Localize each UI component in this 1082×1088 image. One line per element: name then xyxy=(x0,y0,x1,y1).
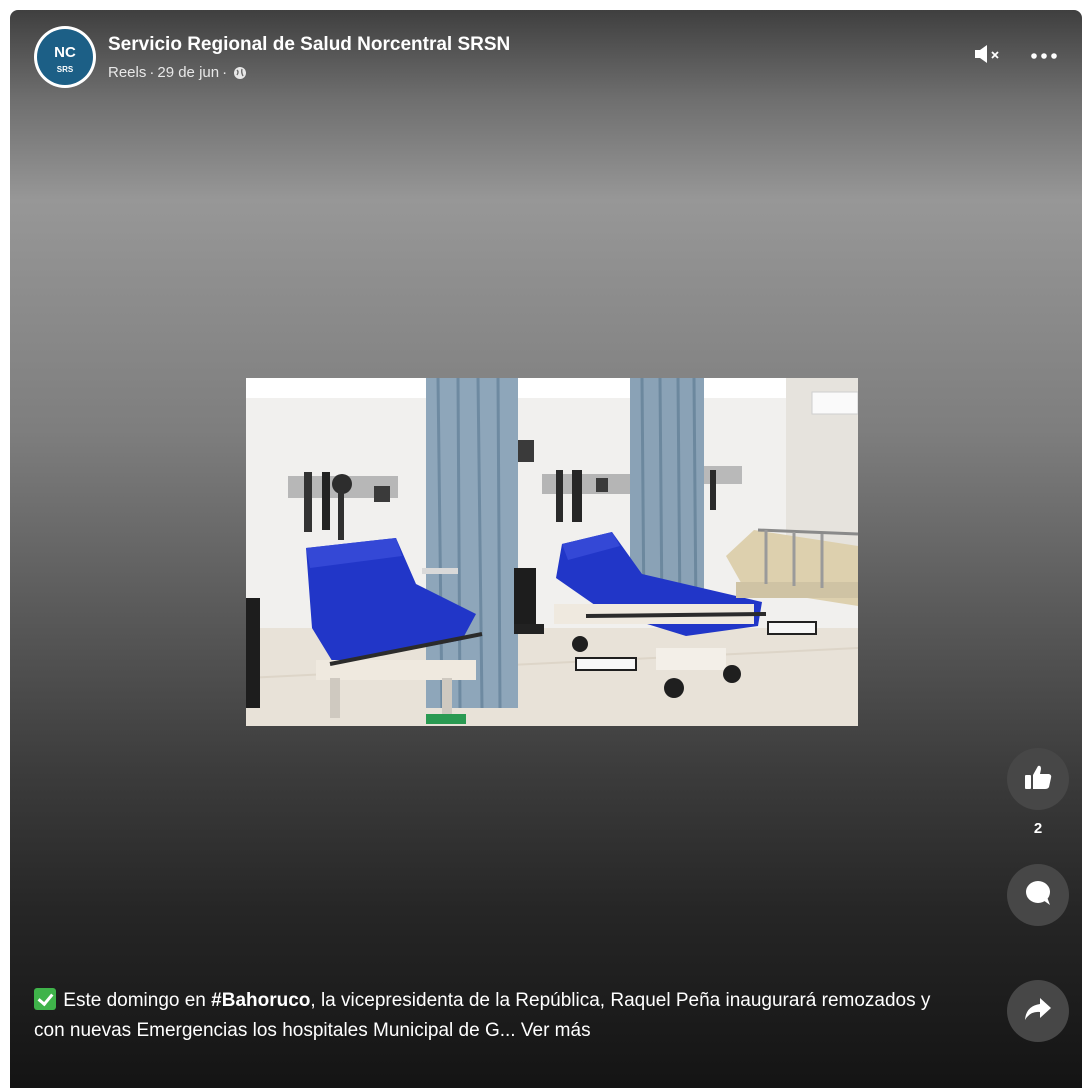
hospital-room-image xyxy=(246,378,858,726)
share-arrow-icon xyxy=(1023,996,1053,1027)
speaker-muted-icon xyxy=(973,42,1003,71)
like-count: 2 xyxy=(1033,820,1043,837)
like-button[interactable] xyxy=(1007,748,1069,810)
post-date-link[interactable]: 29 de jun xyxy=(157,64,219,81)
comment-button[interactable] xyxy=(1007,864,1069,926)
check-mark-icon xyxy=(34,988,56,1010)
thumbs-up-icon xyxy=(1023,763,1053,796)
meta-separator: · xyxy=(222,64,228,81)
reel-video[interactable] xyxy=(246,378,858,726)
globe-icon xyxy=(233,66,247,80)
mute-button[interactable] xyxy=(970,40,1006,72)
reel-container: NC SRS Servicio Regional de Salud Norcen… xyxy=(10,10,1082,1088)
more-dots-icon xyxy=(1029,47,1059,65)
avatar-logo-top-text: NC xyxy=(54,44,76,61)
post-header: NC SRS Servicio Regional de Salud Norcen… xyxy=(10,10,1082,110)
post-type-link[interactable]: Reels xyxy=(108,64,146,81)
more-options-button[interactable] xyxy=(1022,40,1066,72)
see-more-link[interactable]: Ver más xyxy=(521,1020,591,1041)
post-meta: Reels · 29 de jun · xyxy=(108,64,247,81)
page-name-link[interactable]: Servicio Regional de Salud Norcentral SR… xyxy=(108,34,510,56)
avatar-logo-bottom-text: SRS xyxy=(56,65,74,74)
caption-text-1: Este domingo en xyxy=(58,990,212,1011)
avatar-logo: NC SRS xyxy=(37,29,93,85)
share-button[interactable] xyxy=(1007,980,1069,1042)
meta-separator: · xyxy=(149,64,155,81)
post-caption: Este domingo en #Bahoruco, la vicepresid… xyxy=(34,986,954,1046)
page-avatar[interactable]: NC SRS xyxy=(34,26,96,88)
hashtag-link[interactable]: #Bahoruco xyxy=(211,990,310,1011)
comment-bubble-icon xyxy=(1023,879,1053,912)
